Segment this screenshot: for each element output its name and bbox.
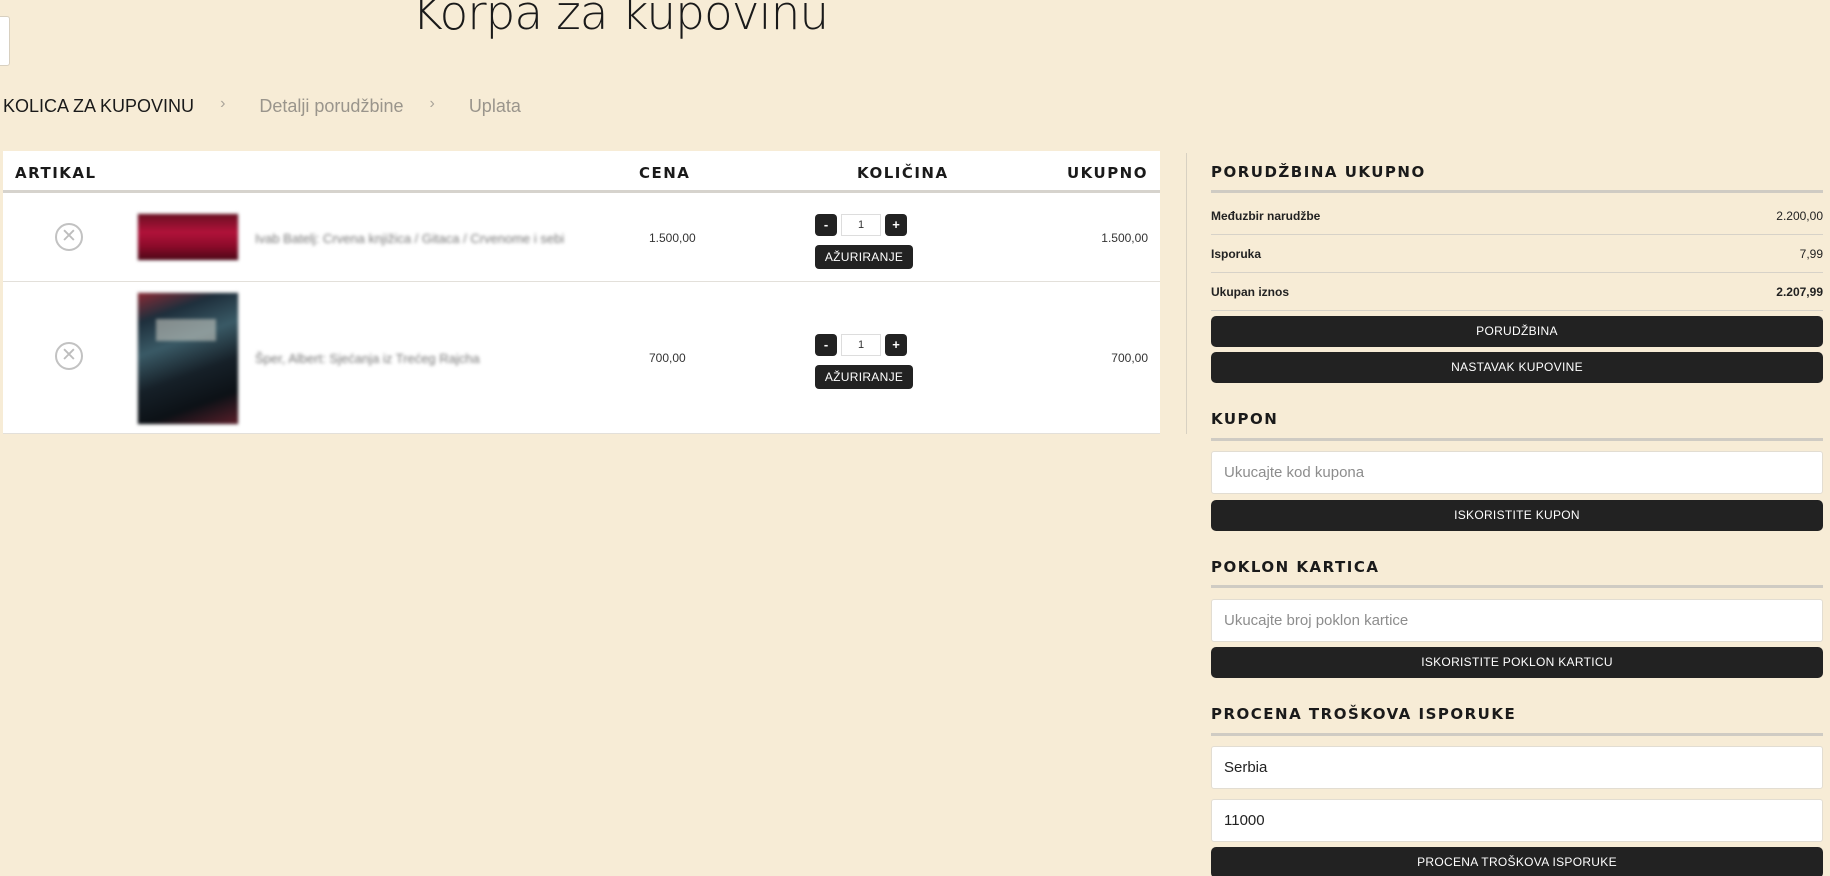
summary-label: Ukupan iznos (1211, 285, 1290, 299)
cart-table: ARTIKAL CENA KOLIČINA UKUPNO ✕ Ivab Bate… (3, 151, 1160, 434)
quantity-input[interactable] (841, 214, 881, 236)
section-divider (1211, 585, 1823, 588)
page-title: Korpa za kupovinu (412, 0, 829, 41)
item-price: 700,00 (649, 351, 686, 365)
summary-row-total: Ukupan iznos 2.207,99 (1211, 273, 1823, 311)
column-divider (1186, 153, 1187, 434)
quantity-stepper: - + (815, 214, 907, 236)
section-divider (1211, 190, 1823, 193)
item-total: 700,00 (1111, 351, 1148, 365)
continue-shopping-button[interactable]: NASTAVAK KUPOVINE (1211, 352, 1823, 383)
shipping-country-field[interactable] (1211, 746, 1823, 789)
summary-label: Međuzbir narudžbe (1211, 209, 1321, 223)
coupon-code-input[interactable] (1211, 451, 1823, 494)
left-edge-panel (0, 16, 10, 66)
summary-value: 7,99 (1799, 247, 1823, 261)
section-divider (1211, 438, 1823, 441)
quantity-increase-button[interactable]: + (885, 334, 907, 356)
gift-card-input[interactable] (1211, 599, 1823, 642)
update-button[interactable]: AŽURIRANJE (815, 365, 913, 389)
order-summary-title: PORUDŽBINA UKUPNO (1211, 163, 1426, 181)
shipping-estimate-title: PROCENA TROŠKOVA ISPORUKE (1211, 705, 1517, 723)
product-name-link[interactable]: Šper, Albert: Sjećanja iz Trećeg Rajcha (255, 351, 480, 366)
quantity-decrease-button[interactable]: - (815, 334, 837, 356)
quantity-stepper: - + (815, 334, 907, 356)
breadcrumb-chevron-icon: › (220, 94, 226, 112)
item-total: 1.500,00 (1101, 231, 1148, 245)
shipping-postcode-field[interactable] (1211, 799, 1823, 842)
column-header-total: UKUPNO (1066, 164, 1148, 182)
estimate-shipping-button[interactable]: PROCENA TROŠKOVA ISPORUKE (1211, 847, 1823, 876)
product-thumbnail[interactable] (137, 213, 239, 261)
section-divider (1211, 733, 1823, 736)
breadcrumb-step-payment[interactable]: Uplata (469, 96, 521, 117)
cart-row: ✕ Ivab Batelj: Crvena knjižica / Gitaca … (3, 193, 1160, 282)
item-price: 1.500,00 (649, 231, 696, 245)
apply-coupon-button[interactable]: ISKORISTITE KUPON (1211, 500, 1823, 531)
quantity-decrease-button[interactable]: - (815, 214, 837, 236)
summary-row-subtotal: Međuzbir narudžbe 2.200,00 (1211, 197, 1823, 235)
column-header-item: ARTIKAL (15, 164, 97, 182)
summary-row-shipping: Isporuka 7,99 (1211, 235, 1823, 273)
remove-item-icon[interactable]: ✕ (55, 223, 83, 251)
quantity-increase-button[interactable]: + (885, 214, 907, 236)
checkout-button[interactable]: PORUDŽBINA (1211, 316, 1823, 347)
summary-value: 2.200,00 (1776, 209, 1823, 223)
apply-gift-card-button[interactable]: ISKORISTITE POKLON KARTICU (1211, 647, 1823, 678)
gift-card-title: POKLON KARTICA (1211, 558, 1380, 576)
breadcrumb-chevron-icon: › (429, 94, 435, 112)
column-header-quantity: KOLIČINA (857, 164, 949, 182)
breadcrumb-step-details[interactable]: Detalji porudžbine (259, 96, 403, 117)
column-header-price: CENA (639, 164, 691, 182)
remove-item-icon[interactable]: ✕ (55, 342, 83, 370)
update-button[interactable]: AŽURIRANJE (815, 245, 913, 269)
quantity-input[interactable] (841, 334, 881, 356)
breadcrumb: KOLICA ZA KUPOVINU › Detalji porudžbine … (3, 94, 521, 117)
cart-row: ✕ Šper, Albert: Sjećanja iz Trećeg Rajch… (3, 282, 1160, 434)
coupon-title: KUPON (1211, 410, 1279, 428)
summary-value: 2.207,99 (1776, 285, 1823, 299)
breadcrumb-step-cart[interactable]: KOLICA ZA KUPOVINU (3, 96, 194, 117)
summary-label: Isporuka (1211, 247, 1262, 261)
cart-table-header: ARTIKAL CENA KOLIČINA UKUPNO (3, 151, 1160, 193)
product-thumbnail[interactable] (137, 292, 239, 425)
product-name-link[interactable]: Ivab Batelj: Crvena knjižica / Gitaca / … (255, 231, 564, 246)
